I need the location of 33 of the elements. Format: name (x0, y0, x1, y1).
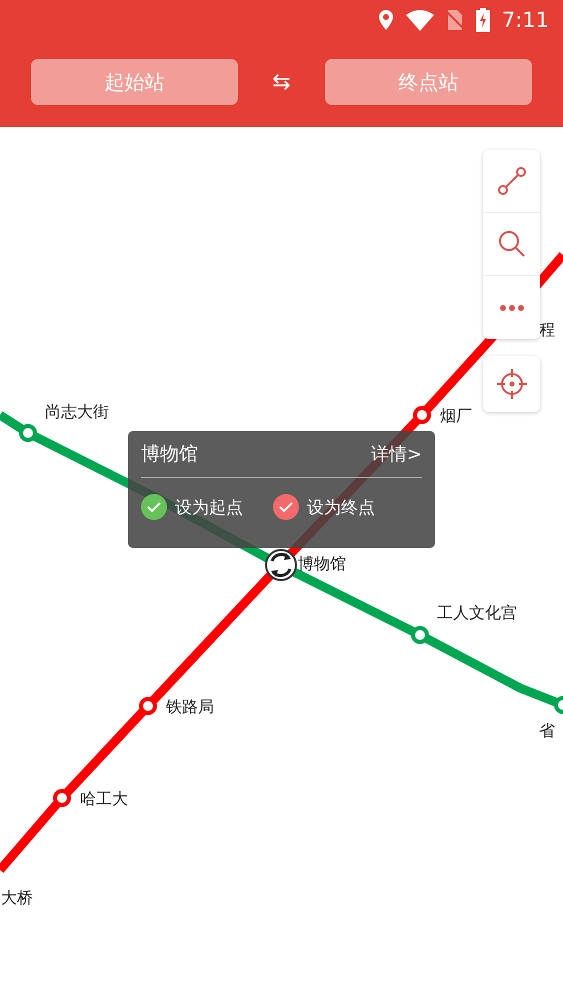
station-label: 大桥 (1, 887, 33, 909)
location-icon (378, 9, 394, 31)
locate-button[interactable] (483, 356, 540, 412)
station-label: 博物馆 (298, 553, 346, 575)
station-label: 工人文化宫 (437, 602, 517, 624)
station-label: 程 (539, 319, 555, 341)
wifi-icon (406, 9, 434, 31)
no-sim-icon (446, 9, 464, 31)
check-icon (273, 494, 299, 520)
popup-title: 博物馆 (141, 442, 198, 467)
set-start-button[interactable]: 设为起点 (141, 494, 243, 520)
status-time: 7:11 (502, 8, 549, 32)
set-end-button[interactable]: 设为终点 (273, 494, 375, 520)
station-marker[interactable] (413, 406, 431, 424)
station-label: 哈工大 (80, 788, 128, 810)
station-marker[interactable] (139, 697, 157, 715)
station-marker[interactable] (554, 696, 563, 714)
crosshair-icon (496, 368, 528, 400)
station-label: 省 (539, 720, 555, 742)
station-marker[interactable] (19, 424, 37, 442)
transfer-station-icon[interactable] (265, 549, 297, 581)
battery-icon (476, 8, 490, 32)
station-label: 尚志大街 (45, 401, 109, 423)
station-marker[interactable] (411, 626, 429, 644)
station-label: 烟厂 (440, 405, 472, 427)
route-icon (496, 166, 526, 196)
station-label: 铁路局 (166, 696, 214, 718)
more-icon (498, 304, 524, 312)
check-icon (141, 494, 167, 520)
station-marker[interactable] (53, 789, 71, 807)
search-icon (496, 229, 526, 259)
swap-button[interactable]: ⇆ (238, 70, 326, 94)
details-link[interactable]: 详情> (370, 442, 422, 466)
